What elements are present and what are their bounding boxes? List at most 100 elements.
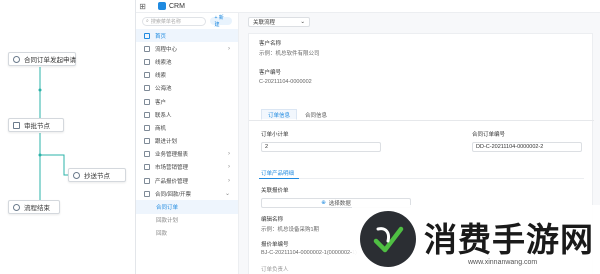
app-grid-icon[interactable]: ⊞ [136, 0, 149, 13]
quote-no-value: BJ-C-20211104-0000002-1(0000002-1) [261, 250, 357, 256]
sidebar-item-opportunities[interactable]: 商机 [136, 121, 238, 134]
sidebar-item-payments[interactable]: 回款 [136, 227, 238, 240]
main-toolbar: 关联流程 ⌄ [240, 13, 600, 30]
end-node-icon [13, 203, 20, 211]
tab-contract-info[interactable]: 合同信息 [299, 109, 333, 120]
flow-node-approve[interactable]: 审批节点 [8, 118, 64, 132]
flow-connectors [38, 67, 68, 200]
sidebar-item-payment-plan[interactable]: 回款计划 [136, 214, 238, 227]
process-icon [144, 45, 150, 52]
brand-logo-icon [360, 211, 416, 267]
app-title: CRM [169, 2, 185, 10]
flow-node-start[interactable]: 合同订单发起申请 [8, 52, 76, 66]
search-icon: ⌕ [146, 18, 149, 24]
form-tabs: 订单信息 合同信息 [249, 107, 594, 121]
sidebar-item-label: 合同/回款/开票 [155, 191, 192, 198]
sidebar-item-contract-orders[interactable]: 合同订单 [136, 200, 238, 214]
tab-order-info[interactable]: 订单信息 [261, 109, 298, 120]
sidebar-item-home[interactable]: 首页 [136, 29, 238, 43]
sidebar-item-reports[interactable]: 业务管理报表 › [136, 148, 238, 161]
section-tab-underline [259, 178, 299, 179]
sidebar: ⌕ 搜索菜单名称 + 新建 首页 流程中心 › 线索池 线索 公海池 客户 联系人… [136, 13, 239, 274]
sidebar-item-contacts[interactable]: 联系人 [136, 108, 238, 121]
customer-name-label: 客户名称 [259, 41, 282, 47]
chevron-right-icon: › [228, 45, 230, 52]
customer-icon [144, 98, 150, 105]
product-name-value: 示例：机总设备采购1期 [261, 227, 320, 233]
customer-code-value: C-20211104-0000002 [259, 79, 312, 85]
sidebar-item-label: 流程中心 [155, 46, 178, 53]
cc-node-icon [73, 171, 80, 179]
watermark-brand: 消费手游网 [424, 220, 594, 259]
customer-code-label: 客户编号 [259, 70, 282, 76]
sidebar-item-label: 市场营销管理 [155, 165, 189, 172]
start-node-icon [13, 55, 20, 63]
related-quote-label: 关联报价单 [261, 188, 289, 194]
sidebar-item-label: 业务管理报表 [155, 152, 189, 159]
select-icon: ⊕ [321, 200, 326, 206]
menu-search-placeholder: 搜索菜单名称 [150, 18, 181, 25]
flow-node-start-label: 合同订单发起申请 [24, 57, 76, 64]
template-select[interactable]: 关联流程 ⌄ [248, 16, 310, 27]
template-select-value: 关联流程 [253, 19, 276, 26]
sidebar-item-products[interactable]: 产品报价管理 › [136, 174, 238, 187]
report-icon [144, 151, 150, 158]
customer-name-value: 示例：机总软件有限公司 [259, 51, 320, 57]
sidebar-item-label: 回款计划 [156, 218, 179, 225]
flow-node-approve-label: 审批节点 [24, 123, 50, 130]
public-pool-icon [144, 85, 150, 92]
chevron-down-icon: ⌄ [224, 191, 230, 198]
leads-icon [144, 72, 150, 79]
flow-node-cc[interactable]: 抄送节点 [68, 168, 126, 182]
workflow-diagram: 合同订单发起申请 审批节点 抄送节点 流程结束 [0, 0, 135, 274]
approve-node-icon [13, 121, 20, 129]
quote-no-label: 报价单编号 [261, 242, 289, 248]
flow-node-cc-label: 抄送节点 [84, 173, 110, 180]
sidebar-item-label: 合同订单 [156, 205, 179, 212]
chevron-down-icon: ⌄ [300, 18, 305, 25]
sidebar-item-label: 联系人 [155, 112, 172, 119]
app-topbar: ⊞ CRM [136, 0, 600, 13]
menu-search-input[interactable]: ⌕ 搜索菜单名称 [142, 16, 207, 26]
sidebar-item-public-pool[interactable]: 公海池 [136, 82, 238, 95]
new-button[interactable]: + 新建 [210, 15, 232, 28]
contacts-icon [144, 111, 150, 118]
order-subtotal-label: 订单小计单 [261, 132, 289, 138]
contract-no-input[interactable]: DD-C-20211104-0000002-2 [472, 142, 582, 152]
select-data-label: 选择数据 [328, 201, 351, 207]
sidebar-item-followup[interactable]: 跟进计划 [136, 135, 238, 148]
sidebar-item-contracts[interactable]: 合同/回款/开票 ⌄ [136, 187, 238, 200]
sidebar-item-label: 产品报价管理 [155, 178, 189, 185]
flow-node-end-label: 流程结束 [24, 205, 50, 212]
product-icon [144, 177, 150, 184]
chevron-right-icon: › [228, 164, 230, 171]
opportunity-icon [144, 124, 150, 131]
chevron-right-icon: › [228, 177, 230, 184]
sidebar-item-lead-pool[interactable]: 线索池 [136, 55, 238, 68]
sidebar-search-row: ⌕ 搜索菜单名称 + 新建 [136, 13, 238, 29]
contract-icon [144, 190, 150, 197]
tab-order-products[interactable]: 订单产品明细 [261, 169, 294, 177]
order-owner-label: 订单负责人 [261, 267, 289, 273]
order-subtotal-input[interactable]: 2 [261, 142, 381, 152]
sidebar-item-leads[interactable]: 线索 [136, 69, 238, 82]
marketing-icon [144, 164, 150, 171]
sidebar-item-process-center[interactable]: 流程中心 › [136, 42, 238, 55]
sidebar-item-label: 线索池 [155, 59, 172, 66]
chevron-right-icon: › [228, 151, 230, 158]
home-icon [144, 32, 150, 39]
sidebar-item-label: 商机 [155, 125, 167, 132]
sidebar-item-label: 客户 [155, 99, 167, 106]
sidebar-menu: 首页 流程中心 › 线索池 线索 公海池 客户 联系人 商机 跟进计划 业务管理报… [136, 29, 238, 240]
flow-node-end[interactable]: 流程结束 [8, 200, 60, 214]
crm-logo-icon [158, 2, 166, 10]
followup-icon [144, 138, 150, 145]
watermark: 消费手游网 www.xinnanwang.com [352, 205, 600, 274]
sidebar-item-marketing[interactable]: 市场营销管理 › [136, 161, 238, 174]
sidebar-item-customers[interactable]: 客户 [136, 95, 238, 108]
sidebar-item-label: 线索 [155, 73, 167, 80]
section-divider [259, 178, 584, 179]
contract-no-label: 合同订单编号 [472, 132, 506, 138]
sidebar-item-label: 回款 [156, 231, 168, 238]
product-name-label: 编辑名称 [261, 217, 284, 223]
